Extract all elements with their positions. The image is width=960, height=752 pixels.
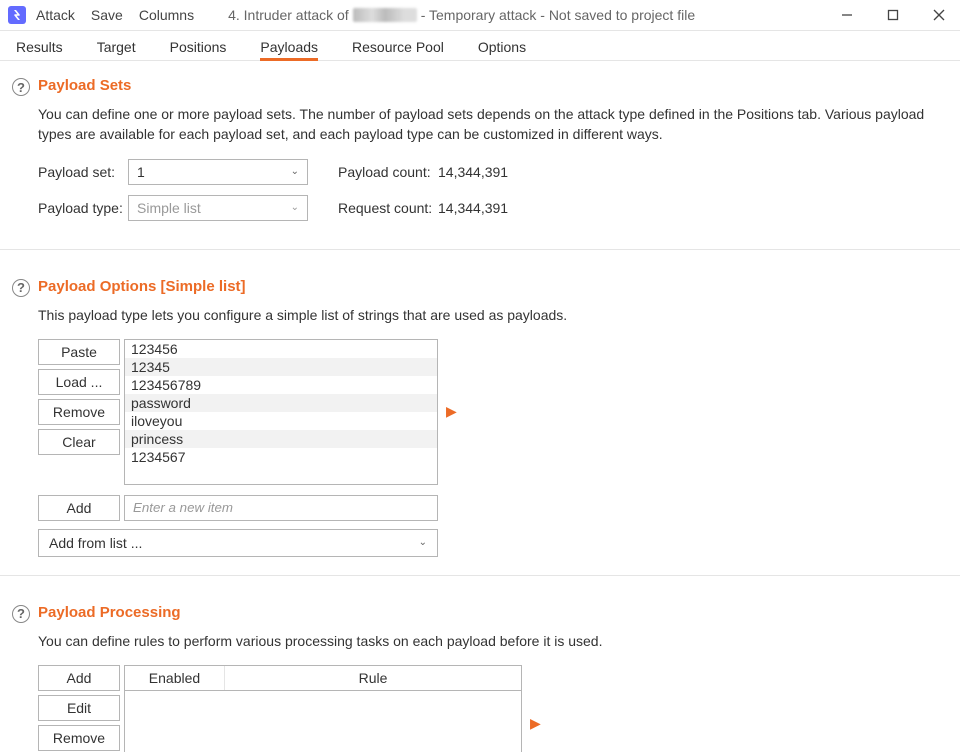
col-rule[interactable]: Rule: [225, 666, 521, 690]
close-icon[interactable]: [928, 4, 950, 26]
list-item[interactable]: 12345: [125, 358, 437, 376]
request-count-label: Request count:: [338, 200, 438, 216]
add-from-list-label: Add from list ...: [49, 535, 142, 551]
clear-button[interactable]: Clear: [38, 429, 120, 455]
list-item[interactable]: 1234567: [125, 448, 437, 466]
remove-button[interactable]: Remove: [38, 399, 120, 425]
tab-options[interactable]: Options: [478, 39, 526, 60]
menu-columns[interactable]: Columns: [139, 7, 194, 23]
new-item-input[interactable]: [124, 495, 438, 521]
tab-resource-pool[interactable]: Resource Pool: [352, 39, 444, 60]
payload-sets-desc: You can define one or more payload sets.…: [38, 104, 938, 145]
app-icon: [8, 6, 26, 24]
intruder-window: Attack Save Columns 4. Intruder attack o…: [0, 0, 960, 752]
chevron-down-icon: ⌄: [419, 537, 427, 548]
payload-processing-title: Payload Processing: [38, 604, 948, 621]
window-controls: [836, 4, 950, 26]
content-scroll[interactable]: ? Payload Sets You can define one or mor…: [0, 61, 960, 752]
payload-processing-desc: You can define rules to perform various …: [38, 631, 938, 651]
tab-target[interactable]: Target: [97, 39, 136, 60]
list-item[interactable]: 123456: [125, 340, 437, 358]
payload-sets-title: Payload Sets: [38, 77, 948, 94]
chevron-down-icon: ⌄: [291, 166, 299, 177]
tab-strip: Results Target Positions Payloads Resour…: [0, 31, 960, 61]
payload-sets-section: ? Payload Sets You can define one or mor…: [0, 61, 960, 250]
redacted-host: [353, 8, 417, 22]
load-button[interactable]: Load ...: [38, 369, 120, 395]
request-count-value: 14,344,391: [438, 200, 508, 216]
list-item[interactable]: iloveyou: [125, 412, 437, 430]
payload-options-section: ? Payload Options [Simple list] This pay…: [0, 262, 960, 576]
maximize-icon[interactable]: [882, 4, 904, 26]
payload-set-select[interactable]: 1 ⌄: [128, 159, 308, 185]
tab-payloads[interactable]: Payloads: [260, 39, 318, 61]
move-right-icon[interactable]: ▶: [530, 715, 541, 732]
help-icon[interactable]: ?: [12, 605, 30, 623]
col-enabled[interactable]: Enabled: [125, 666, 225, 690]
list-item[interactable]: password: [125, 394, 437, 412]
help-icon[interactable]: ?: [12, 78, 30, 96]
help-icon[interactable]: ?: [12, 279, 30, 297]
payload-listbox[interactable]: 123456 12345 123456789 password iloveyou…: [124, 339, 438, 485]
tab-results[interactable]: Results: [16, 39, 63, 60]
payload-type-value: Simple list: [137, 200, 201, 216]
menu-attack[interactable]: Attack: [36, 7, 75, 23]
payload-type-label: Payload type:: [38, 200, 128, 216]
titlebar: Attack Save Columns 4. Intruder attack o…: [0, 0, 960, 31]
list-item[interactable]: 123456789: [125, 376, 437, 394]
tab-positions[interactable]: Positions: [170, 39, 227, 60]
title-suffix: - Temporary attack - Not saved to projec…: [421, 7, 695, 23]
title-prefix: 4. Intruder attack of: [228, 7, 349, 23]
payload-set-label: Payload set:: [38, 164, 128, 180]
add-button[interactable]: Add: [38, 495, 120, 521]
payload-type-select[interactable]: Simple list ⌄: [128, 195, 308, 221]
move-right-icon[interactable]: ▶: [446, 403, 457, 420]
list-item[interactable]: princess: [125, 430, 437, 448]
payload-count-label: Payload count:: [338, 164, 438, 180]
menu-save[interactable]: Save: [91, 7, 123, 23]
payload-options-title: Payload Options [Simple list]: [38, 278, 948, 295]
processing-rules-table[interactable]: Enabled Rule: [124, 665, 522, 752]
remove-rule-button[interactable]: Remove: [38, 725, 120, 751]
paste-button[interactable]: Paste: [38, 339, 120, 365]
payload-options-desc: This payload type lets you configure a s…: [38, 305, 938, 325]
edit-rule-button[interactable]: Edit: [38, 695, 120, 721]
minimize-icon[interactable]: [836, 4, 858, 26]
processing-rules-body: [125, 691, 521, 752]
payload-count-value: 14,344,391: [438, 164, 508, 180]
payload-set-value: 1: [137, 164, 145, 180]
window-title: 4. Intruder attack of - Temporary attack…: [228, 7, 695, 23]
chevron-down-icon: ⌄: [291, 202, 299, 213]
payload-processing-section: ? Payload Processing You can define rule…: [0, 588, 960, 752]
add-from-list-select[interactable]: Add from list ... ⌄: [38, 529, 438, 557]
add-rule-button[interactable]: Add: [38, 665, 120, 691]
